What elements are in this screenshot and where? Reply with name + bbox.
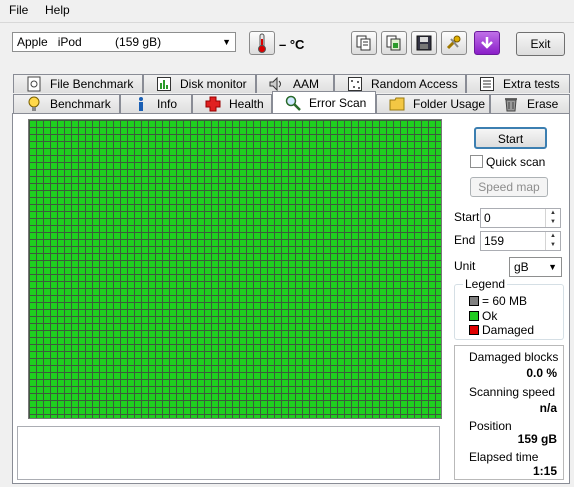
tab-label: Erase — [527, 97, 559, 111]
end-label: End — [454, 233, 476, 247]
drive-select[interactable]: Apple iPod (159 gB) ▼ — [12, 32, 236, 52]
tab-health[interactable]: Health — [192, 94, 272, 113]
scan-block-map — [28, 119, 442, 419]
tab-folder-usage[interactable]: Folder Usage — [376, 94, 490, 113]
file-benchmark-icon — [26, 76, 42, 92]
legend-swatch-gray — [469, 296, 479, 306]
copy-screenshot-icon — [386, 35, 401, 51]
download-button[interactable] — [474, 31, 500, 55]
tab-label: Benchmark — [50, 97, 111, 111]
trash-icon — [503, 96, 519, 112]
tab-label: AAM — [293, 77, 320, 91]
legend-item-ok: Ok — [469, 309, 497, 323]
legend-item-block-size: = 60 MB — [469, 294, 527, 308]
quick-scan-label: Quick scan — [486, 155, 546, 169]
drive-select-value: Apple iPod (159 gB) — [17, 35, 162, 49]
end-value: 159 — [484, 234, 505, 248]
tab-label: Info — [157, 97, 178, 111]
menu-help[interactable]: Help — [45, 3, 70, 17]
legend-swatch-red — [469, 325, 479, 335]
tab-info[interactable]: Info — [120, 94, 192, 113]
save-button[interactable] — [411, 31, 437, 55]
legend-label: = 60 MB — [482, 294, 528, 308]
disk-monitor-icon — [156, 76, 172, 92]
exit-button[interactable]: Exit — [516, 32, 565, 56]
tab-label: Extra tests — [503, 77, 560, 91]
thermometer-button[interactable] — [249, 31, 275, 55]
scanning-speed-value: n/a — [539, 401, 557, 415]
spinner-arrows-icon[interactable]: ▲ ▼ — [545, 232, 560, 250]
tab-benchmark[interactable]: Benchmark — [13, 94, 120, 113]
menu-file[interactable]: File — [9, 3, 28, 17]
temperature-readout: – °C — [279, 37, 305, 52]
damaged-blocks-label: Damaged blocks — [469, 350, 559, 364]
tab-extra-tests[interactable]: Extra tests — [466, 74, 570, 93]
extra-tests-icon — [479, 76, 495, 92]
tab-label: File Benchmark — [50, 77, 134, 91]
position-value: 159 gB — [517, 432, 557, 446]
tab-error-scan[interactable]: Error Scan — [272, 91, 376, 113]
tab-label: Random Access — [371, 77, 458, 91]
legend-label: Ok — [482, 309, 498, 323]
copy-image-button[interactable] — [381, 31, 407, 55]
menu-bar: File Help — [0, 0, 574, 23]
tab-label: Health — [229, 97, 264, 111]
tab-label: Error Scan — [309, 95, 367, 110]
health-cross-icon — [205, 96, 221, 112]
speaker-icon — [269, 76, 285, 92]
toolbar: Apple iPod (159 gB) ▼ – °C Exit — [0, 23, 574, 68]
legend-swatch-green — [469, 311, 479, 321]
tab-label: Disk monitor — [180, 77, 247, 91]
tab-file-benchmark[interactable]: File Benchmark — [13, 74, 143, 93]
folder-icon — [389, 96, 405, 112]
legend-label: Damaged — [482, 323, 535, 337]
start-scan-button[interactable]: Start — [474, 127, 547, 149]
start-value: 0 — [484, 211, 491, 225]
legend-title: Legend — [463, 277, 508, 291]
thermometer-icon — [258, 33, 266, 53]
error-scan-panel: Start Quick scan Speed map Start 0 ▲ ▼ En… — [12, 113, 570, 484]
scan-blocks-ok — [29, 120, 441, 418]
random-access-icon — [347, 76, 363, 92]
unit-value: gB — [514, 260, 529, 274]
unit-label: Unit — [454, 259, 476, 273]
options-button[interactable] — [441, 31, 467, 55]
spinner-arrows-icon[interactable]: ▲ ▼ — [545, 209, 560, 227]
elapsed-time-value: 1:15 — [532, 464, 557, 478]
tools-icon — [446, 35, 461, 50]
legend-box: Legend = 60 MB Ok Damaged — [454, 277, 564, 340]
tab-disk-monitor[interactable]: Disk monitor — [143, 74, 256, 93]
tab-erase[interactable]: Erase — [490, 94, 570, 113]
speed-map-button[interactable]: Speed map — [470, 177, 548, 197]
arrow-down-icon — [481, 37, 493, 49]
scan-log-box[interactable] — [17, 426, 440, 480]
legend-item-damaged: Damaged — [469, 323, 534, 337]
quick-scan-checkbox[interactable] — [470, 155, 483, 168]
chevron-down-icon: ▼ — [222, 37, 231, 47]
info-icon — [133, 96, 149, 112]
position-label: Position — [469, 419, 512, 433]
tab-label: Folder Usage — [413, 97, 486, 111]
end-spinner[interactable]: 159 ▲ ▼ — [480, 231, 561, 251]
copy-text-button[interactable] — [351, 31, 377, 55]
scan-stats-box: Damaged blocks 0.0 % Scanning speed n/a … — [454, 345, 564, 480]
chevron-down-icon: ▼ — [548, 262, 557, 272]
damaged-blocks-value: 0.0 % — [526, 366, 557, 380]
copy-icon — [356, 35, 371, 51]
unit-select[interactable]: gB ▼ — [509, 257, 562, 277]
floppy-disk-icon — [416, 35, 432, 51]
start-spinner[interactable]: 0 ▲ ▼ — [480, 208, 561, 228]
scanning-speed-label: Scanning speed — [469, 385, 556, 399]
start-label: Start — [454, 210, 480, 224]
bulb-icon — [26, 96, 42, 112]
magnifier-icon — [285, 95, 301, 111]
elapsed-time-label: Elapsed time — [469, 450, 539, 464]
